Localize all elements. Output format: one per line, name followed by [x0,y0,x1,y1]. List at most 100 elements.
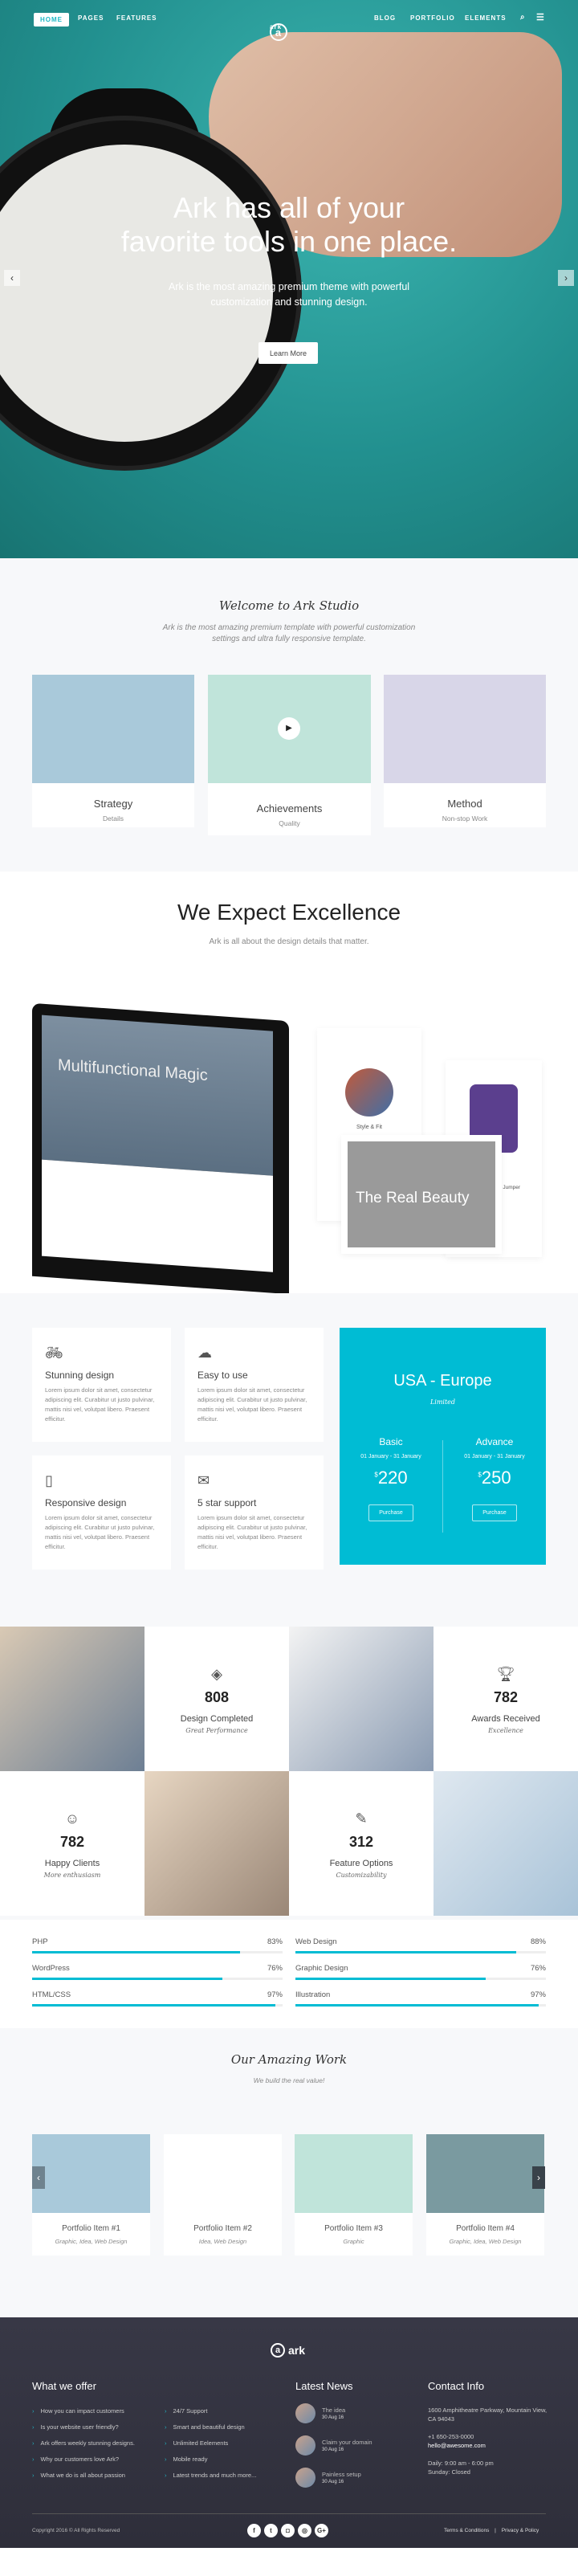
terms-link[interactable]: Terms & Conditions [444,2528,489,2533]
news-title: Latest News [295,2380,353,2392]
nav-elements[interactable]: ELEMENTS [465,14,507,22]
skill-bar: WordPress 76% [32,1964,283,1988]
skill-bar: Web Design 88% [295,1937,546,1962]
card-subtitle: Non-stop Work [442,814,488,823]
portfolio-item[interactable]: Portfolio Item #1 Graphic, Idea, Web Desi… [32,2134,150,2256]
offer-link[interactable]: › Unlimited Eelements [165,2435,256,2451]
news-item[interactable]: Painless setup 30 Aug 16 [295,2468,361,2488]
chevron-right-icon: › [32,2439,35,2447]
purchase-basic-button[interactable]: Purchase [368,1504,413,1521]
skill-bar: HTML/CSS 97% [32,1990,283,2015]
stat-label: Awards Received [471,1714,540,1724]
nav-features[interactable]: FEATURES [116,14,157,22]
skill-fill [32,1951,240,1953]
plan-basic: Basic 01 January - 31 January $220 Purch… [340,1436,442,1521]
purchase-advance-button[interactable]: Purchase [472,1504,517,1521]
privacy-link[interactable]: Privacy & Policy [502,2528,539,2533]
nav-blog[interactable]: BLOG [374,14,396,22]
stats-section: ◈ 808 Design Completed Great Performance 🏆︎ 7… [0,1578,578,1920]
skill-value: 83% [267,1937,283,1946]
portfolio-item[interactable]: Portfolio Item #4 Graphic, Idea, Web Desi… [426,2134,544,2256]
offer-link[interactable]: › Is your website user friendly? [32,2419,135,2435]
news-item[interactable]: Claim your domain 30 Aug 16 [295,2435,372,2456]
skill-bar: PHP 83% [32,1937,283,1962]
skill-fill [295,1978,486,1980]
skill-bar: Graphic Design 76% [295,1964,546,1988]
learn-more-button[interactable]: Learn More [258,342,318,364]
news-thumbnail [295,2435,315,2456]
portfolio-image [295,2134,413,2213]
stat-label: Happy Clients [44,1859,100,1868]
feature-card: 🚲︎ Stunning design Lorem ipsum dolor sit a… [32,1328,171,1442]
skill-value: 88% [530,1937,546,1946]
news-item[interactable]: The idea 30 Aug 16 [295,2403,345,2423]
feature-text: Lorem ipsum dolor sit amet, consectetur … [45,1514,155,1550]
offer-link[interactable]: › Mobile ready [165,2451,256,2468]
skills-section: PHP 83% Web Design 88% WordPress 76% Graphic D… [0,1920,578,2028]
card-subtitle: Quality [279,819,300,827]
portfolio-item[interactable]: Portfolio Item #2 Idea, Web Design [164,2134,282,2256]
chevron-right-icon: › [165,2456,167,2463]
envelope-open-icon: ✉ [197,1472,210,1488]
portfolio-title: Our Amazing Work [230,2052,348,2067]
footer-logo[interactable]: a ark [271,2343,305,2358]
portfolio-tags: Idea, Web Design [198,2238,247,2245]
portfolio-item[interactable]: Portfolio Item #3 Graphic [295,2134,413,2256]
contact-info: 1600 Amphitheatre Parkway, Mountain View… [428,2406,548,2476]
portfolio-prev-arrow[interactable]: ‹ [32,2166,45,2189]
feature-title: 5 star support [197,1497,257,1508]
offer-link[interactable]: › Why our customers love Ark? [32,2451,135,2468]
card-achievements[interactable]: ▶ Achievements Quality [208,675,371,835]
twitter-icon[interactable]: t [264,2524,278,2537]
logo-mark: a [271,2343,285,2358]
slider-prev-arrow[interactable]: ‹ [4,270,20,286]
welcome-subtitle: Ark is the most amazing premium template… [162,623,416,643]
stat-number: 312 [348,1834,374,1850]
chevron-right-icon: › [165,2423,167,2431]
offer-title: What we offer [32,2380,96,2392]
card-strategy[interactable]: Strategy Details [32,675,194,827]
skill-name: Illustration [295,1990,331,1999]
portfolio-title: Portfolio Item #3 [324,2224,383,2233]
search-icon[interactable]: ⌕ [520,13,526,22]
facebook-icon[interactable]: f [247,2524,261,2537]
slider-next-arrow[interactable]: › [558,270,574,286]
offer-link[interactable]: › What we do is all about passion [32,2468,135,2484]
nav-pages[interactable]: PAGES [78,14,104,22]
play-icon[interactable]: ▶ [278,717,300,740]
skill-value: 97% [530,1990,546,1999]
google-plus-icon[interactable]: G+ [315,2524,328,2537]
news-title: Painless setup [322,2471,361,2478]
news-thumbnail [295,2468,315,2488]
stat-tag: More enthusiasm [43,1872,101,1879]
chevron-right-icon: › [32,2456,35,2463]
plan-advance: Advance 01 January - 31 January $250 Pur… [443,1436,546,1521]
offer-list-1: › How you can impact customers › Is your we… [32,2403,135,2484]
stat-cell: ◈ 808 Design Completed Great Performance [144,1627,289,1771]
chevron-right-icon: › [32,2407,35,2415]
portfolio-tags: Graphic, Idea, Web Design [55,2238,128,2245]
separator: | [495,2528,496,2533]
skill-value: 76% [267,1964,283,1973]
tablet-image [384,675,546,783]
offer-link[interactable]: › 24/7 Support [165,2403,256,2419]
offer-link[interactable]: › Smart and beautiful design [165,2419,256,2435]
offer-link[interactable]: › Ark offers weekly stunning designs. [32,2435,135,2451]
hero-title: Ark has all of your favorite tools in one… [120,191,458,258]
portfolio-image [164,2134,282,2213]
copyright: Copyright 2016 © All Rights Reserved [32,2528,120,2533]
hamburger-icon[interactable]: ☰ [536,12,545,22]
portfolio-next-arrow[interactable]: › [532,2166,545,2189]
offer-link[interactable]: › Latest trends and much more... [165,2468,256,2484]
instagram-icon[interactable]: ◘ [281,2524,295,2537]
excellence-subtitle: Ark is all about the design details that… [209,937,369,946]
dribbble-icon[interactable]: ◎ [298,2524,311,2537]
nav-portfolio[interactable]: PORTFOLIO [410,14,455,22]
feature-card: ☁ Easy to use Lorem ipsum dolor sit amet, … [185,1328,324,1442]
offer-link[interactable]: › How you can impact customers [32,2403,135,2419]
logo-text: ark [288,2344,306,2357]
email-link[interactable]: hello@awesome.com [428,2441,548,2450]
nav-home[interactable]: HOME [34,13,69,27]
card-method[interactable]: Method Non-stop Work [384,675,546,827]
skill-value: 97% [267,1990,283,1999]
